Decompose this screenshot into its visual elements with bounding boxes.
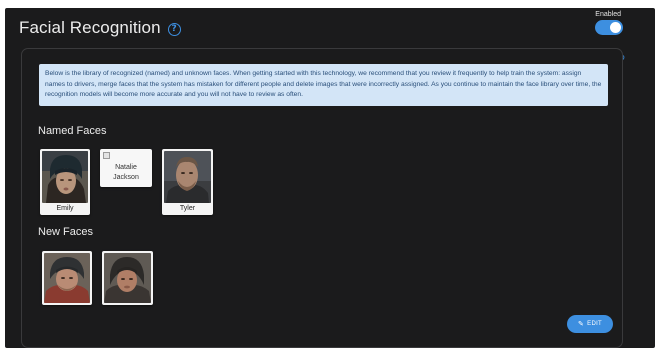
pencil-icon: ✎ xyxy=(577,319,585,328)
face-card-natalie-jackson[interactable]: Natalie Jackson xyxy=(100,149,152,187)
enabled-toggle[interactable] xyxy=(595,20,623,35)
page-title: Facial Recognition xyxy=(19,18,161,37)
broken-image-icon xyxy=(103,152,110,159)
face-name-natalie-jackson: Natalie Jackson xyxy=(113,164,139,181)
new-face-photo xyxy=(104,253,151,303)
face-card-tyler[interactable]: Tyler xyxy=(162,149,213,215)
info-text: Below is the library of recognized (name… xyxy=(45,70,602,99)
face-card-emily[interactable]: Emily xyxy=(40,149,90,215)
face-photo-tyler xyxy=(164,151,211,203)
face-name-emily: Emily xyxy=(56,205,74,212)
face-name-tyler: Tyler xyxy=(179,205,196,212)
face-library-panel: Below is the library of recognized (name… xyxy=(21,48,623,348)
edit-button-label: EDIT xyxy=(587,321,603,327)
new-face-card[interactable] xyxy=(102,251,153,305)
page-title-row: Facial Recognition ? xyxy=(19,18,181,38)
new-face-photo xyxy=(44,253,90,303)
new-faces-title: New Faces xyxy=(38,226,94,238)
face-photo-emily xyxy=(42,151,88,203)
toggle-knob xyxy=(610,22,621,33)
info-banner: Below is the library of recognized (name… xyxy=(39,64,608,106)
enabled-toggle-group: Enabled xyxy=(595,11,623,35)
new-face-card[interactable] xyxy=(42,251,92,305)
toggle-label: Enabled xyxy=(595,11,621,18)
help-icon[interactable]: ? xyxy=(167,22,181,36)
facial-recognition-card: Facial Recognition ? Enabled ↻ Below is … xyxy=(5,8,655,348)
edit-button[interactable]: ✎ EDIT xyxy=(567,315,613,333)
named-faces-title: Named Faces xyxy=(38,125,107,137)
